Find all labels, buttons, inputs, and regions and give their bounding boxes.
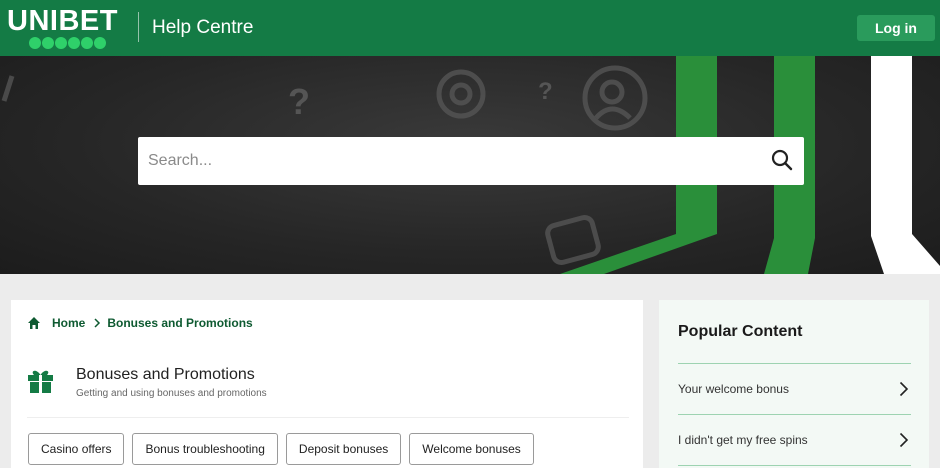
header-divider	[138, 12, 139, 42]
section-title: Bonuses and Promotions	[76, 366, 255, 383]
gift-icon	[28, 370, 53, 393]
breadcrumb-home-link[interactable]: Home	[52, 316, 85, 330]
logo-wordmark: UNIBET	[7, 5, 118, 37]
home-icon[interactable]	[27, 316, 41, 330]
logo-dots	[29, 37, 106, 49]
section-divider	[27, 417, 629, 418]
help-centre-title[interactable]: Help Centre	[152, 17, 253, 39]
hero-banner: ? ?	[0, 56, 940, 274]
popular-item[interactable]: Your welcome bonus	[678, 364, 911, 414]
chip-deposit-bonuses[interactable]: Deposit bonuses	[285, 433, 402, 465]
popular-divider	[678, 465, 911, 466]
popular-content-panel: Popular Content Your welcome bonus I did…	[659, 300, 929, 468]
search-icon[interactable]	[771, 149, 793, 171]
popular-item-label: Your welcome bonus	[678, 382, 789, 396]
unibet-logo[interactable]: UNIBET	[7, 6, 129, 52]
popular-content-title: Popular Content	[678, 323, 803, 340]
svg-text:?: ?	[288, 81, 310, 122]
chevron-right-icon	[94, 318, 101, 328]
section-subtitle: Getting and using bonuses and promotions	[76, 388, 267, 399]
login-button[interactable]: Log in	[857, 15, 935, 41]
search-box	[138, 137, 804, 185]
chip-welcome-bonuses[interactable]: Welcome bonuses	[409, 433, 534, 465]
search-input[interactable]	[138, 137, 758, 185]
category-chips: Casino offers Bonus troubleshooting Depo…	[28, 433, 534, 465]
breadcrumb: Home Bonuses and Promotions	[27, 316, 253, 330]
svg-text:?: ?	[538, 78, 553, 105]
main-content-card: Home Bonuses and Promotions Bonuses and …	[11, 300, 643, 468]
chip-casino-offers[interactable]: Casino offers	[28, 433, 125, 465]
chip-bonus-troubleshooting[interactable]: Bonus troubleshooting	[132, 433, 278, 465]
popular-item[interactable]: I didn't get my free spins	[678, 415, 911, 465]
top-bar: UNIBET Help Centre Log in	[0, 0, 940, 56]
popular-item-label: I didn't get my free spins	[678, 433, 808, 447]
breadcrumb-current[interactable]: Bonuses and Promotions	[107, 316, 252, 330]
chevron-right-icon	[899, 381, 909, 397]
chevron-right-icon	[899, 432, 909, 448]
